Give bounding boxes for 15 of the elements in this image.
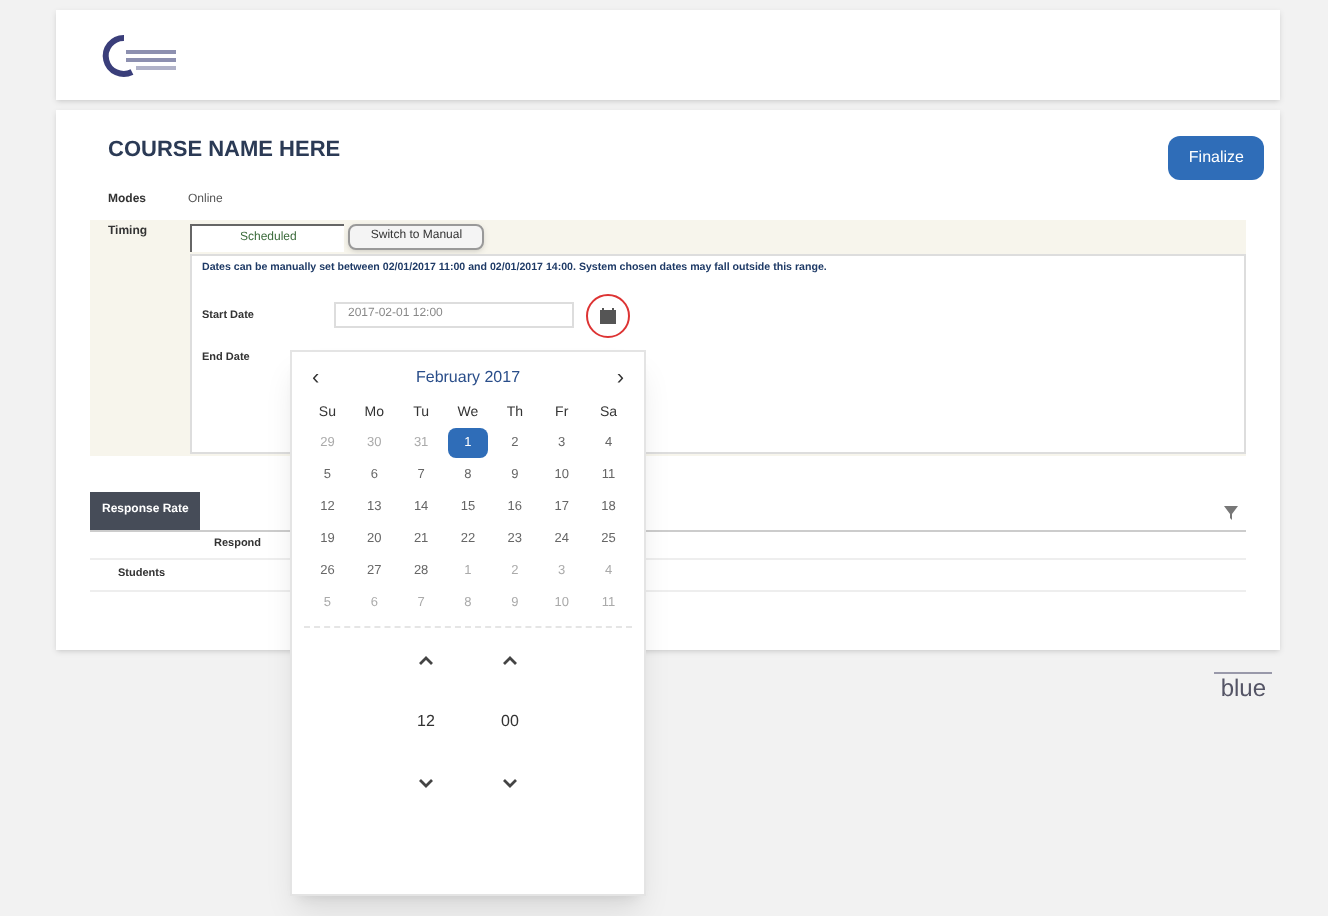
previous-month-button[interactable]: ‹ [312, 361, 320, 395]
chevron-up-icon[interactable] [502, 656, 518, 666]
filter-icon[interactable] [1224, 506, 1238, 520]
hour-value[interactable]: 12 [396, 710, 456, 734]
chevron-down-icon[interactable] [502, 778, 518, 788]
brand-logo: blue [1214, 672, 1272, 702]
calendar-button[interactable] [586, 293, 630, 338]
finalize-button[interactable]: Finalize [1168, 136, 1264, 180]
chevron-down-icon[interactable] [418, 778, 434, 788]
minute-value[interactable]: 00 [480, 710, 540, 734]
month-title[interactable]: February 2017 [415, 366, 521, 390]
next-month-button[interactable]: › [616, 361, 624, 395]
chevron-up-icon[interactable] [418, 656, 434, 666]
calendar-icon [600, 307, 616, 324]
course-title: COURSE NAME HERE [108, 136, 341, 166]
